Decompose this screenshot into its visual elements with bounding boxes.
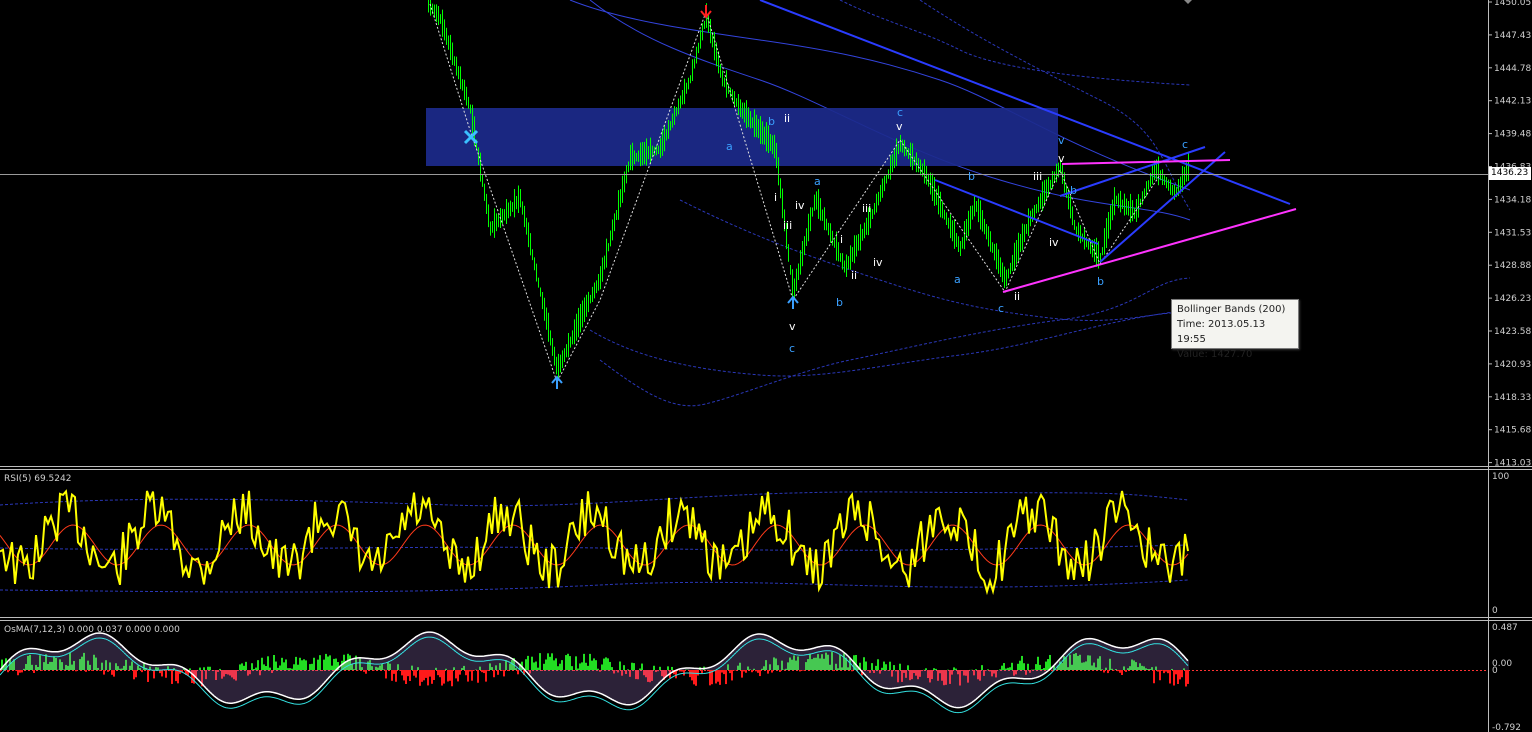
wave-label: ii <box>1014 290 1020 303</box>
rsi-panel[interactable]: RSI(5) 69.5242 100 0 <box>0 472 1509 616</box>
osma-histogram <box>0 631 1189 714</box>
price-tick-label: 1444.78 <box>1494 64 1531 74</box>
price-tick-label: 1413.03 <box>1494 459 1531 469</box>
wave-label: iii <box>783 219 792 232</box>
price-axis: 1450.05 1447.43 1444.78 1442.13 1439.48 1436.… <box>1488 0 1531 469</box>
wave-label: c <box>897 106 903 119</box>
price-tick-label: 1450.05 <box>1494 0 1531 8</box>
wave-label: a <box>954 273 961 286</box>
wave-label: b <box>968 170 975 183</box>
tooltip-time: Time: 2013.05.13 19:55 <box>1177 319 1266 345</box>
wave-label: c <box>998 302 1004 315</box>
tooltip-name: Bollinger Bands (200) <box>1177 304 1286 315</box>
price-tick-label: 1439.48 <box>1494 130 1531 140</box>
wave-label: iv <box>1049 236 1059 249</box>
rsi-scale-min: 0 <box>1492 606 1498 616</box>
price-tick-label: 1431.53 <box>1494 228 1531 238</box>
price-tick-label: 1418.33 <box>1494 393 1531 403</box>
osma-panel[interactable]: OsMA(7,12,3) 0.000 0.037 0.000 0.000 0.4… <box>0 623 1521 732</box>
rsi-scale-max: 100 <box>1492 472 1509 482</box>
price-tick-label: 1434.18 <box>1494 195 1531 205</box>
wave-label: iii <box>1033 170 1042 183</box>
wave-label: a <box>726 140 733 153</box>
wave-label: b <box>768 115 775 128</box>
wave-label: a <box>814 175 821 188</box>
bollinger-tooltip: Bollinger Bands (200) Time: 2013.05.13 1… <box>1171 299 1299 360</box>
wave-label: iii <box>862 202 871 215</box>
price-tick-label: 1420.93 <box>1494 360 1531 370</box>
price-tick-label: 1447.43 <box>1494 31 1531 41</box>
price-tick-label: 1426.23 <box>1494 294 1531 304</box>
price-tick-label: 1423.58 <box>1494 327 1531 337</box>
current-price-tag: 1436.23 <box>1489 167 1531 180</box>
support-trendline[interactable] <box>1002 208 1297 293</box>
wave-label: v <box>1058 152 1065 165</box>
wave-label: ii <box>851 269 857 282</box>
arrow-up-icon[interactable] <box>551 375 563 389</box>
tooltip-value: Value: 1427.70 <box>1177 349 1253 360</box>
wave-label: c <box>789 342 795 355</box>
price-tick-label: 1415.68 <box>1494 426 1531 436</box>
wave-label: iv <box>795 199 805 212</box>
wave-label: b <box>836 296 843 309</box>
wave-label: b <box>1097 275 1104 288</box>
horizontal-resistance-line[interactable] <box>1061 159 1231 165</box>
wave-label: v <box>896 120 903 133</box>
chart-shift-icon[interactable] <box>1184 0 1192 4</box>
arrow-up-icon[interactable] <box>787 295 799 309</box>
rsi-label: RSI(5) 69.5242 <box>4 474 71 484</box>
arrow-down-icon[interactable] <box>700 5 712 19</box>
osma-tick: 0.487 <box>1492 623 1518 633</box>
osma-tick: -0.792 <box>1492 723 1521 732</box>
wave-label: v <box>789 320 796 333</box>
wave-label: iv <box>873 256 883 269</box>
wave-label: ii <box>784 112 790 125</box>
wave-label: i <box>774 191 777 204</box>
moving-average-lines <box>569 0 1191 407</box>
wave-label: b <box>1070 184 1077 197</box>
wave-label: i <box>840 233 843 246</box>
rsi-lines <box>0 489 1189 596</box>
resistance-trendline[interactable] <box>759 0 1291 205</box>
trading-chart[interactable]: a b ii i iv iii v c v c a i ii iii iv b … <box>0 0 1532 732</box>
osma-label: OsMA(7,12,3) 0.000 0.037 0.000 0.000 <box>4 625 180 635</box>
price-tick-label: 1428.88 <box>1494 261 1531 271</box>
price-panel[interactable]: a b ii i iv iii v c v c a i ii iii iv b … <box>0 0 1531 469</box>
osma-tick: 0 <box>1492 666 1498 676</box>
price-tick-label: 1442.13 <box>1494 97 1531 107</box>
